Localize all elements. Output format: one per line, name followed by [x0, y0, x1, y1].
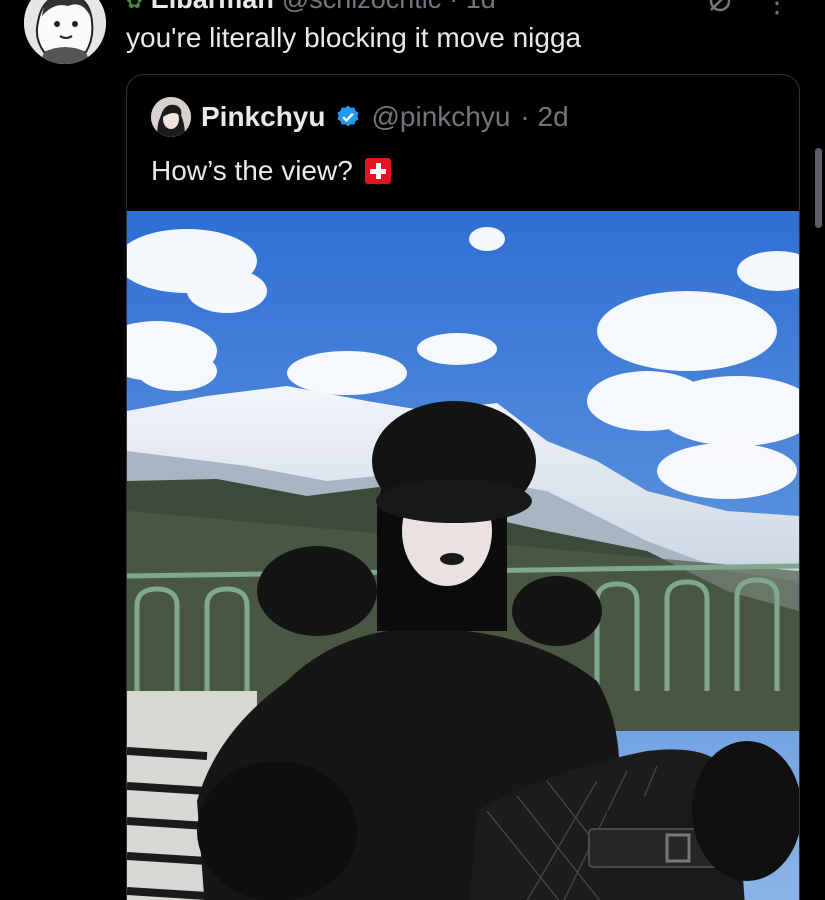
photo-mountains-woman-fur-hat [127, 211, 799, 900]
grok-icon[interactable] [707, 0, 733, 14]
swiss-flag-icon [364, 158, 391, 184]
reply-text: you're literally blocking it move nigga [126, 22, 582, 53]
avatar-image [151, 97, 191, 137]
reply-author-avatar[interactable] [24, 0, 106, 64]
quoted-timestamp[interactable]: · 2d [520, 101, 568, 133]
reply-header: ✿ Elbarman @schizocritic · 1d [126, 0, 496, 15]
quoted-author-handle[interactable]: @pinkchyu [371, 101, 510, 133]
tweet-reply-screen: ✿ Elbarman @schizocritic · 1d ⋮ you're l… [0, 0, 825, 900]
flower-icon: ✿ [126, 0, 143, 13]
manga-avatar-image [24, 0, 106, 64]
quoted-tweet-photo[interactable] [127, 211, 799, 900]
quoted-tweet-text-row: How’s the view? [151, 155, 391, 187]
quoted-tweet-header: Pinkchyu @pinkchyu · 2d [151, 97, 569, 137]
reply-author-name[interactable]: Elbarman [151, 0, 274, 15]
quoted-author-name[interactable]: Pinkchyu [201, 101, 325, 133]
more-options-icon[interactable]: ⋮ [763, 0, 793, 19]
reply-timestamp[interactable]: · 1d [449, 0, 496, 15]
reply-author-handle[interactable]: @schizocritic [282, 0, 441, 15]
verified-badge-icon [337, 105, 359, 127]
quoted-tweet-card[interactable]: Pinkchyu @pinkchyu · 2d How’s the view? [126, 74, 800, 900]
quoted-tweet-text: How’s the view? [151, 155, 353, 186]
quoted-author-avatar[interactable] [151, 97, 191, 137]
scrollbar[interactable] [815, 148, 822, 228]
